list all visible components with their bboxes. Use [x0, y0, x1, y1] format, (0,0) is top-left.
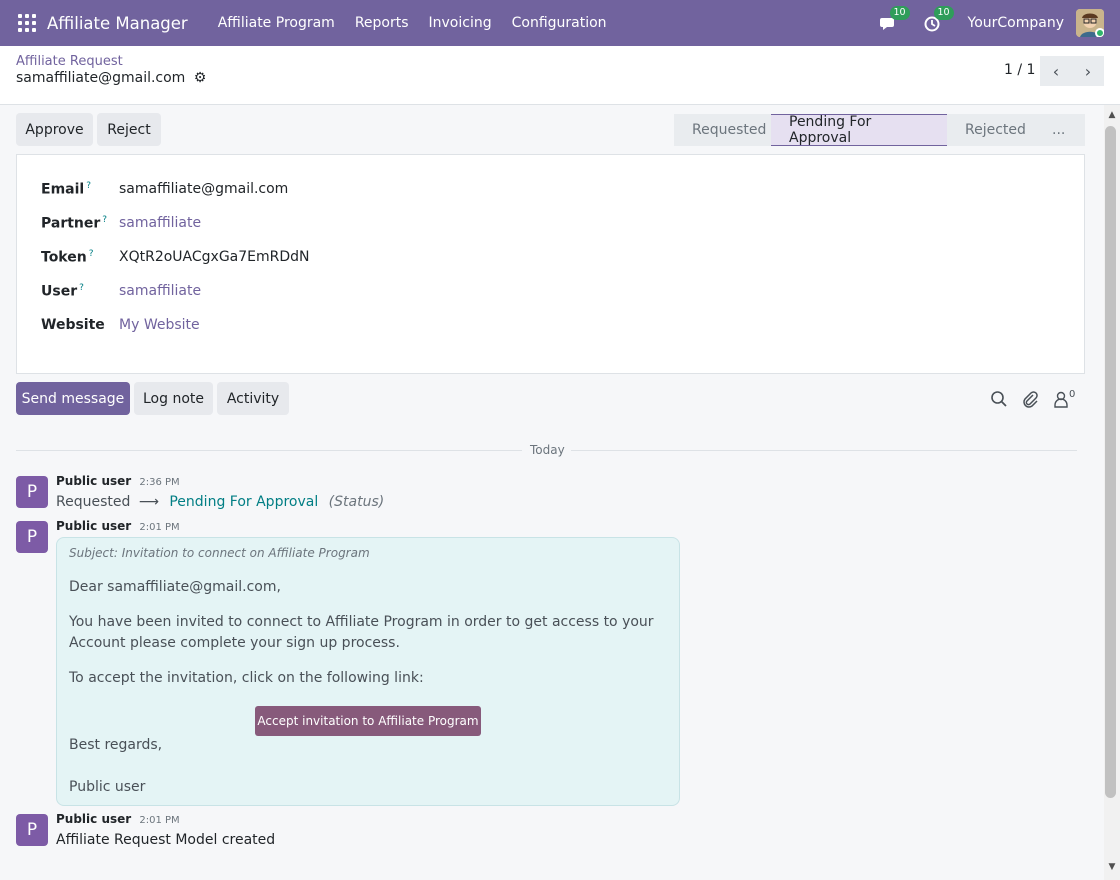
- user-avatar[interactable]: [1076, 9, 1104, 37]
- scroll-down-arrow-icon[interactable]: ▼: [1104, 862, 1120, 876]
- message-time: 2:01 PM: [139, 522, 180, 533]
- message-subject: Subject: Invitation to connect on Affili…: [69, 546, 370, 560]
- approve-button[interactable]: Approve: [16, 113, 93, 146]
- help-icon[interactable]: ?: [86, 181, 91, 191]
- stage-pending-for-approval[interactable]: Pending For Approval: [771, 114, 947, 146]
- arrow-right-icon: ⟶: [138, 494, 159, 510]
- user-icon: [1054, 391, 1068, 408]
- activities-badge: 10: [933, 6, 954, 20]
- online-status-dot: [1095, 28, 1104, 37]
- field-email: Email? samaffiliate@gmail.com: [41, 179, 288, 199]
- log-note-button[interactable]: Log note: [134, 382, 213, 415]
- pager-previous-button[interactable]: ‹: [1040, 56, 1072, 86]
- field-website: Website My Website: [41, 315, 200, 335]
- attachments-button[interactable]: [1021, 388, 1039, 410]
- message-regards: Best regards,: [69, 737, 163, 753]
- message-avatar[interactable]: P: [16, 476, 48, 508]
- messaging-button[interactable]: 10: [879, 6, 910, 34]
- field-value-email[interactable]: samaffiliate@gmail.com: [119, 181, 288, 197]
- date-separator-line: [16, 450, 522, 451]
- date-separator-line: [571, 450, 1077, 451]
- company-switcher[interactable]: YourCompany: [968, 15, 1065, 31]
- messages-badge: 10: [889, 6, 910, 20]
- stage-requested[interactable]: Requested: [674, 114, 771, 146]
- chevron-left-icon: ‹: [1052, 61, 1060, 81]
- send-message-button[interactable]: Send message: [16, 382, 130, 415]
- field-value-partner[interactable]: samaffiliate: [119, 215, 201, 231]
- field-label-user: User?: [41, 282, 84, 300]
- field-label-website: Website: [41, 317, 105, 333]
- message-author[interactable]: Public user: [56, 474, 131, 488]
- message-body: To accept the invitation, click on the f…: [69, 670, 424, 686]
- message-header: Public user 2:01 PM: [56, 812, 180, 826]
- field-label-partner: Partner?: [41, 214, 108, 232]
- app-name[interactable]: Affiliate Manager: [47, 14, 188, 33]
- top-navbar: Affiliate Manager Affiliate Program Repo…: [0, 0, 1120, 46]
- message-avatar[interactable]: P: [16, 521, 48, 553]
- message-signature: Public user: [69, 779, 146, 795]
- message-body: You have been invited to connect to Affi…: [69, 614, 654, 651]
- menu-reports[interactable]: Reports: [345, 15, 419, 31]
- scroll-up-arrow-icon[interactable]: ▲: [1104, 110, 1120, 124]
- field-token: Token? XQtR2oUACgxGa7EmRDdN: [41, 247, 310, 267]
- breadcrumb-current: samaffiliate@gmail.com ⚙: [16, 70, 206, 86]
- help-icon[interactable]: ?: [102, 215, 107, 225]
- breadcrumb-parent[interactable]: Affiliate Request: [16, 54, 123, 69]
- tracking-value: Requested ⟶ Pending For Approval (Status…: [56, 494, 384, 510]
- form-view: Approve Reject Requested Pending For App…: [0, 105, 1104, 880]
- field-user: User? samaffiliate: [41, 281, 201, 301]
- reject-button[interactable]: Reject: [97, 113, 161, 146]
- field-value-website[interactable]: My Website: [119, 317, 200, 333]
- control-panel: Affiliate Request samaffiliate@gmail.com…: [0, 46, 1120, 105]
- search-messages-button[interactable]: [990, 388, 1008, 410]
- message-header: Public user 2:01 PM: [56, 519, 180, 533]
- search-icon: [991, 391, 1007, 407]
- status-bar: Requested Pending For Approval Rejected …: [674, 114, 1085, 146]
- menu-affiliate-program[interactable]: Affiliate Program: [208, 15, 345, 31]
- gear-icon[interactable]: ⚙: [194, 70, 207, 86]
- menu-invoicing[interactable]: Invoicing: [419, 15, 502, 31]
- field-value-token[interactable]: XQtR2oUACgxGa7EmRDdN: [119, 249, 310, 265]
- apps-menu-icon[interactable]: [18, 14, 36, 32]
- message-time: 2:01 PM: [139, 815, 180, 826]
- stage-rejected[interactable]: Rejected: [947, 114, 1034, 146]
- field-partner: Partner? samaffiliate: [41, 213, 201, 233]
- field-label-email: Email?: [41, 180, 91, 198]
- activity-button[interactable]: Activity: [217, 382, 289, 415]
- help-icon[interactable]: ?: [89, 249, 94, 259]
- chevron-right-icon: ›: [1084, 61, 1092, 81]
- activities-button[interactable]: 10: [924, 6, 954, 34]
- message-header: Public user 2:36 PM: [56, 474, 180, 488]
- accept-invitation-button[interactable]: Accept invitation to Affiliate Program: [255, 706, 481, 736]
- menu-configuration[interactable]: Configuration: [502, 15, 617, 31]
- message-greeting: Dear samaffiliate@gmail.com,: [69, 579, 281, 595]
- date-separator: Today: [530, 443, 565, 457]
- message-body: Affiliate Request Model created: [56, 832, 276, 848]
- tracking-new-value: Pending For Approval: [169, 494, 319, 510]
- message-bubble: Subject: Invitation to connect on Affili…: [56, 537, 680, 806]
- pager-next-button[interactable]: ›: [1072, 56, 1104, 86]
- followers-count: 0: [1069, 388, 1076, 400]
- field-label-token: Token?: [41, 248, 94, 266]
- help-icon[interactable]: ?: [79, 283, 84, 293]
- pager-value[interactable]: 1 / 1: [1004, 62, 1035, 78]
- scrollbar-thumb[interactable]: [1105, 126, 1116, 798]
- record-name: samaffiliate@gmail.com: [16, 70, 186, 86]
- message-author[interactable]: Public user: [56, 519, 131, 533]
- field-value-user[interactable]: samaffiliate: [119, 283, 201, 299]
- message-author[interactable]: Public user: [56, 812, 131, 826]
- followers-button[interactable]: 0: [1053, 388, 1075, 410]
- form-sheet: Email? samaffiliate@gmail.com Partner? s…: [16, 154, 1085, 374]
- message-time: 2:36 PM: [139, 477, 180, 488]
- tracking-old-value: Requested: [56, 494, 131, 510]
- stage-more[interactable]: ...: [1034, 114, 1085, 146]
- tracking-field-name: (Status): [328, 494, 385, 510]
- message-avatar[interactable]: P: [16, 814, 48, 846]
- paperclip-icon: [1023, 391, 1038, 408]
